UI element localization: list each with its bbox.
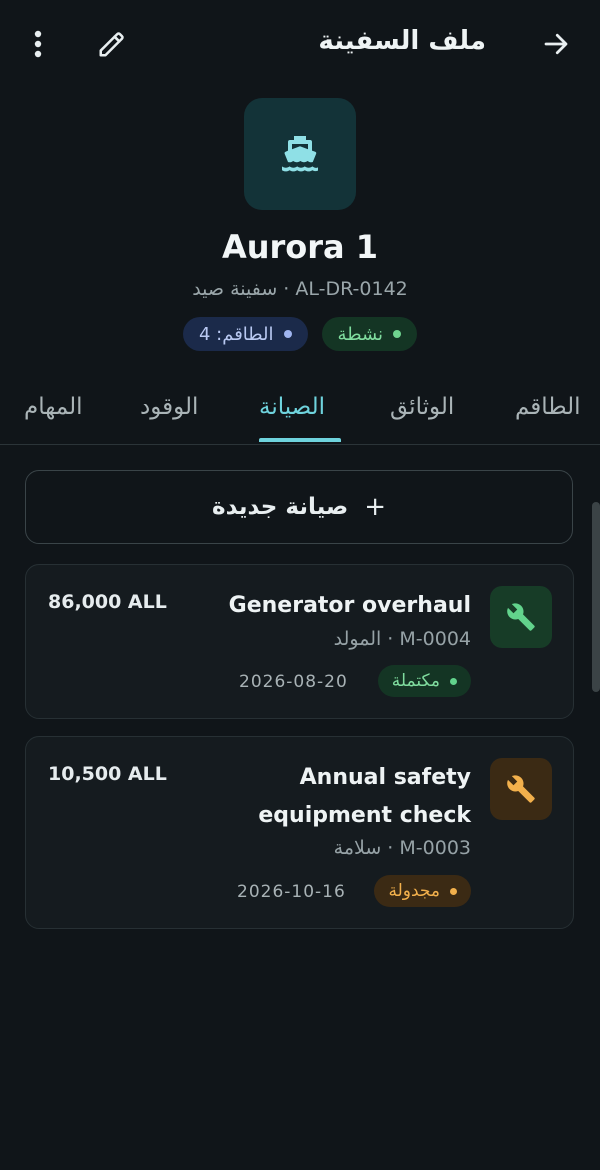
maintenance-card[interactable]: Generator overhaul M-0004 · المولد مكتمل… xyxy=(25,564,574,719)
tab-crew[interactable]: الطاقم xyxy=(515,394,581,420)
maintenance-title: Annual safety equipment check xyxy=(258,759,471,835)
tab-bar: الطاقم الوثائق الصيانة الوقود المهام xyxy=(0,380,600,445)
back-button[interactable] xyxy=(536,24,576,64)
status-badge: مكتملة xyxy=(377,665,471,697)
tab-tasks[interactable]: المهام xyxy=(24,394,83,420)
pencil-icon xyxy=(99,32,124,57)
wrench-icon xyxy=(507,775,535,803)
status-badge-label: نشطة xyxy=(337,323,384,345)
status-dot-icon xyxy=(450,677,457,685)
scrollbar[interactable] xyxy=(592,502,600,692)
plus-icon: + xyxy=(364,492,386,522)
ship-icon xyxy=(282,136,318,172)
new-maintenance-label: صيانة جديدة xyxy=(212,494,349,520)
maintenance-date: 2026-08-20 xyxy=(239,672,348,692)
maintenance-meta: M-0004 · المولد xyxy=(333,628,471,650)
crew-dot-icon xyxy=(283,330,292,338)
tab-fuel[interactable]: الوقود xyxy=(140,394,198,420)
crew-count-badge: الطاقم: 4 xyxy=(182,317,308,351)
maintenance-card[interactable]: Annual safety equipment check M-0003 · س… xyxy=(25,736,574,929)
maintenance-date: 2026-10-16 xyxy=(237,882,346,902)
kebab-menu-icon xyxy=(34,30,42,58)
maintenance-cost: 86,000 ALL xyxy=(48,591,167,613)
status-label: مجدولة xyxy=(388,881,440,901)
crew-count-label: الطاقم: 4 xyxy=(198,323,274,345)
page-title: ملف السفينة xyxy=(318,26,486,56)
status-dot-icon xyxy=(393,330,402,338)
maintenance-title-line: Annual safety xyxy=(299,765,471,790)
maintenance-meta: M-0003 · سلامة xyxy=(333,837,471,859)
vessel-chips: نشطة الطاقم: 4 xyxy=(0,317,600,351)
maintenance-title: Generator overhaul xyxy=(228,593,471,618)
maintenance-icon-badge xyxy=(490,758,552,820)
vessel-name: Aurora 1 xyxy=(221,228,379,266)
status-badge: مجدولة xyxy=(374,875,471,907)
maintenance-title-line: equipment check xyxy=(258,803,471,828)
status-label: مكتملة xyxy=(391,671,440,691)
top-app-bar: ملف السفينة xyxy=(0,0,600,88)
status-badge: نشطة xyxy=(321,317,418,351)
maintenance-icon-badge xyxy=(490,586,552,648)
new-maintenance-button[interactable]: + صيانة جديدة xyxy=(25,470,573,544)
edit-button[interactable] xyxy=(92,24,132,64)
more-options-button[interactable] xyxy=(18,24,58,64)
vessel-subtitle: AL-DR-0142 · سفينة صيد xyxy=(192,278,408,300)
tab-maintenance[interactable]: الصيانة xyxy=(259,394,325,420)
vessel-avatar xyxy=(244,98,356,210)
arrow-back-icon xyxy=(544,33,568,55)
tab-documents[interactable]: الوثائق xyxy=(390,394,454,420)
active-tab-indicator xyxy=(259,438,341,442)
status-dot-icon xyxy=(450,887,457,895)
maintenance-cost: 10,500 ALL xyxy=(48,763,167,785)
wrench-icon xyxy=(507,603,535,631)
